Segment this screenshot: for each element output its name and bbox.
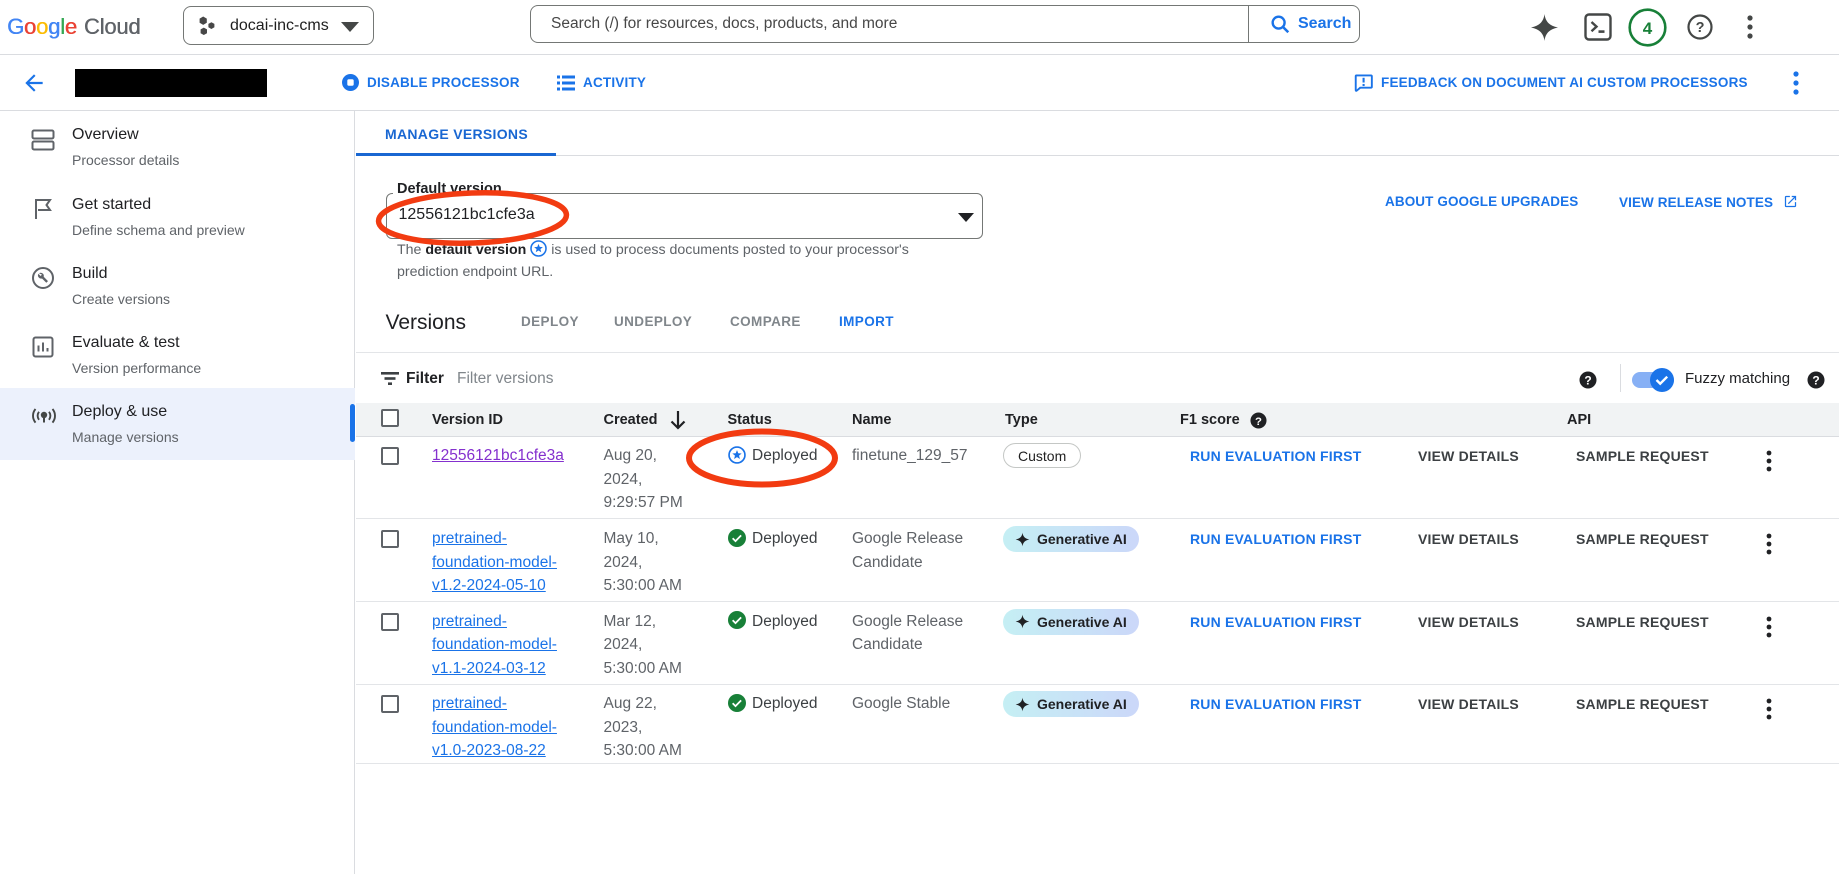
svg-text:?: ? [1696, 20, 1705, 36]
svg-text:?: ? [1584, 374, 1591, 388]
svg-text:?: ? [1812, 374, 1819, 388]
svg-text:?: ? [1255, 415, 1262, 427]
svg-text:4: 4 [1643, 19, 1653, 38]
